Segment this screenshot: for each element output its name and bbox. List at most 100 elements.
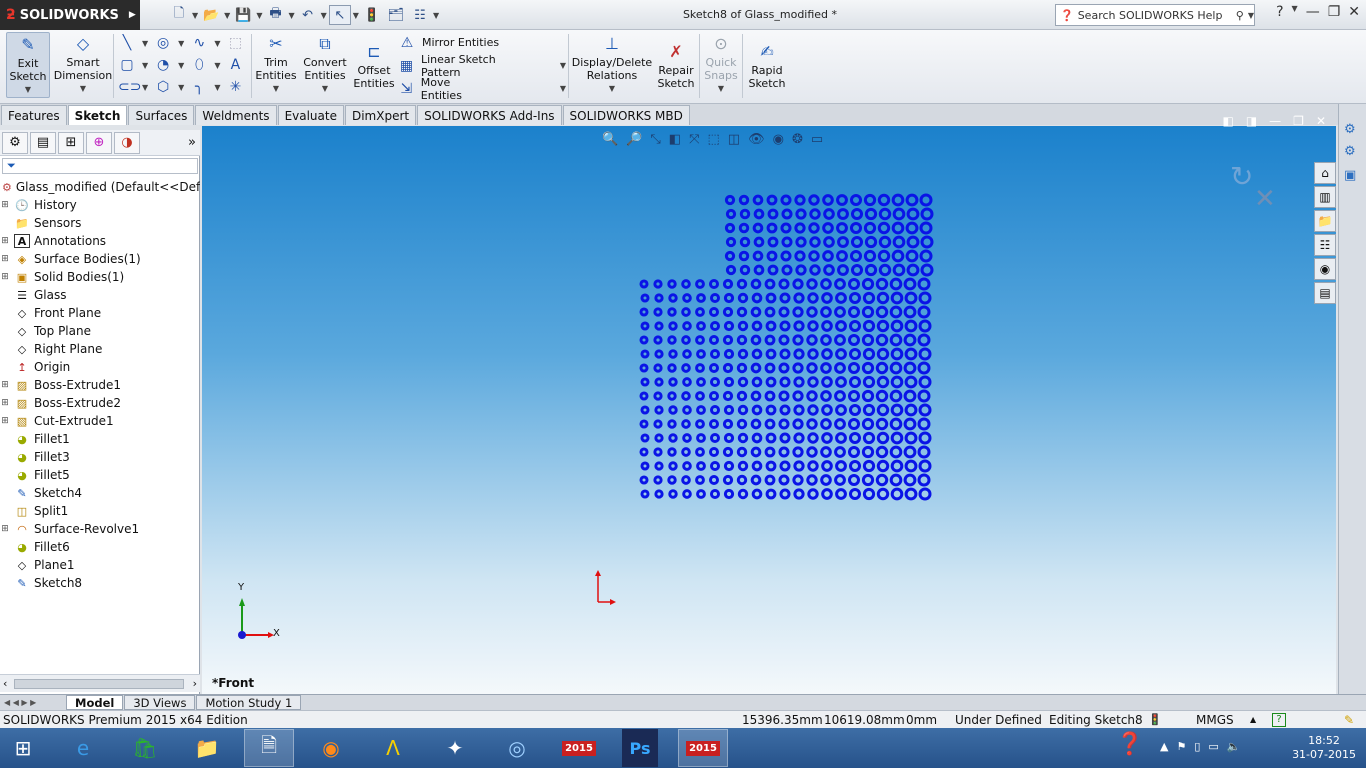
tab-solidworks-mbd[interactable]: SOLIDWORKS MBD: [562, 105, 690, 125]
open-dropdown-icon[interactable]: ▼: [224, 11, 230, 20]
fillet-icon[interactable]: ╮: [190, 79, 208, 95]
ellipse-dropdown-icon[interactable]: ▼: [214, 61, 220, 70]
restore-icon[interactable]: ❐: [1328, 4, 1341, 20]
undo-icon[interactable]: ↶: [297, 5, 319, 25]
custom-properties-icon[interactable]: ▤: [1314, 282, 1336, 304]
expand-icon[interactable]: ⊞: [0, 254, 10, 264]
tree-item-surface-revolve1[interactable]: ⊞ ◠ Surface-Revolve1: [0, 520, 200, 538]
exit-sketch-button[interactable]: ✎ Exit Sketch ▼: [6, 32, 50, 98]
new-document-icon[interactable]: 🗋: [168, 5, 190, 25]
solidworks-logo[interactable]: ƻ SOLIDWORKS ▶: [0, 0, 140, 30]
trim-dropdown-icon[interactable]: ▼: [273, 82, 279, 95]
spline-icon[interactable]: ∿: [190, 35, 208, 51]
resources-icon[interactable]: ⚙: [1344, 122, 1356, 137]
tree-item-right-plane[interactable]: ◇ Right Plane: [0, 340, 200, 358]
volume-icon[interactable]: 🔈: [1227, 740, 1241, 753]
linear-sketch-pattern-button[interactable]: ▦ Linear Sketch Pattern ▼: [398, 53, 566, 79]
battery-icon[interactable]: ▯: [1194, 740, 1200, 753]
pattern-dropdown-icon[interactable]: ▼: [560, 61, 566, 70]
dimxpert-manager-tab-icon[interactable]: ⊕: [86, 131, 112, 154]
file-explorer-icon[interactable]: 📁: [1314, 210, 1336, 232]
ellipse-icon[interactable]: ⬯: [190, 57, 208, 73]
tree-item-annotations[interactable]: ⊞ A Annotations: [0, 232, 200, 250]
tree-item-boss-extrude1[interactable]: ⊞ ▨ Boss-Extrude1: [0, 376, 200, 394]
arc-dropdown-icon[interactable]: ▼: [178, 61, 184, 70]
print-icon[interactable]: 🖶: [264, 5, 286, 25]
expand-icon[interactable]: ⊞: [0, 524, 10, 534]
quick-tips-icon[interactable]: ?: [1272, 712, 1286, 727]
repair-sketch-button[interactable]: ✗ Repair Sketch: [655, 40, 697, 90]
slot-icon[interactable]: ⊂⊃: [118, 79, 141, 95]
tree-item-sensors[interactable]: 📁 Sensors: [0, 214, 200, 232]
help-search-box[interactable]: ❓ Search SOLIDWORKS Help ⚲ ▼: [1055, 4, 1255, 26]
options-icon[interactable]: ☷: [409, 5, 431, 25]
tree-item-boss-extrude2[interactable]: ⊞ ▨ Boss-Extrude2: [0, 394, 200, 412]
tab-motion-study[interactable]: Motion Study 1: [196, 695, 302, 710]
convert-entities-button[interactable]: ⧉ Convert Entities ▼: [300, 32, 350, 95]
home-icon[interactable]: ⌂: [1314, 162, 1336, 184]
lens-app-icon[interactable]: ◎: [492, 729, 542, 767]
slot-dropdown-icon[interactable]: ▼: [142, 83, 148, 92]
network-icon[interactable]: ▭: [1208, 740, 1218, 753]
expand-icon[interactable]: ⊞: [0, 272, 10, 282]
rebuild-traffic-light-icon[interactable]: 🚦: [361, 5, 383, 25]
close-icon[interactable]: ✕: [1348, 4, 1360, 20]
tree-item-solid-bodies[interactable]: ⊞ ▣ Solid Bodies(1): [0, 268, 200, 286]
trim-entities-button[interactable]: ✂ Trim Entities ▼: [255, 32, 297, 95]
tree-item-plane1[interactable]: ◇ Plane1: [0, 556, 200, 574]
text-icon[interactable]: A: [226, 57, 244, 73]
line-icon[interactable]: ╲: [118, 35, 136, 51]
forum-icon[interactable]: ⚙: [1344, 144, 1356, 159]
search-icon[interactable]: ⚲: [1236, 9, 1244, 22]
scroll-left-icon[interactable]: ‹: [3, 677, 7, 690]
configuration-manager-tab-icon[interactable]: ⊞: [58, 131, 84, 154]
display-manager-tab-icon[interactable]: ◑: [114, 131, 140, 154]
minimize-icon[interactable]: —: [1306, 4, 1320, 20]
property-manager-tab-icon[interactable]: ▤: [30, 131, 56, 154]
tree-item-fillet1[interactable]: ◕ Fillet1: [0, 430, 200, 448]
autodesk-icon[interactable]: Λ: [368, 729, 418, 767]
smart-dimension-button[interactable]: ◇ Smart Dimension ▼: [54, 32, 112, 95]
select-dropdown-icon[interactable]: ▼: [353, 11, 359, 20]
document-taskbar-icon[interactable]: 🗎: [244, 729, 294, 767]
tab-sketch[interactable]: Sketch: [67, 105, 128, 125]
tree-item-fillet6[interactable]: ◕ Fillet6: [0, 538, 200, 556]
file-explorer-taskbar-icon[interactable]: 📁: [182, 729, 232, 767]
scroll-right-icon[interactable]: ›: [193, 677, 197, 690]
tree-item-surface-bodies[interactable]: ⊞ ◈ Surface Bodies(1): [0, 250, 200, 268]
tree-item-sketch4[interactable]: ✎ Sketch4: [0, 484, 200, 502]
expand-icon[interactable]: ⊞: [0, 236, 10, 246]
firefox-icon[interactable]: ◉: [306, 729, 356, 767]
tree-item-front-plane[interactable]: ◇ Front Plane: [0, 304, 200, 322]
library-icon[interactable]: ▣: [1344, 168, 1356, 183]
spline-dropdown-icon[interactable]: ▼: [214, 39, 220, 48]
save-dropdown-icon[interactable]: ▼: [256, 11, 262, 20]
tab-dimxpert[interactable]: DimXpert: [344, 105, 417, 125]
tree-item-cut-extrude1[interactable]: ⊞ ▧ Cut-Extrude1: [0, 412, 200, 430]
tab-features[interactable]: Features: [1, 105, 67, 125]
search-dropdown-icon[interactable]: ▼: [1248, 11, 1254, 20]
move-entities-button[interactable]: ⇲ Move Entities ▼: [398, 76, 566, 102]
circle-dropdown-icon[interactable]: ▼: [178, 39, 184, 48]
arc-icon[interactable]: ◔: [154, 57, 172, 73]
options-dropdown-icon[interactable]: ▼: [433, 11, 439, 20]
tab-evaluate[interactable]: Evaluate: [277, 105, 344, 125]
tab-scroll-arrows-icon[interactable]: ◀ ◀ ▶ ▶: [0, 698, 66, 707]
polygon-dropdown-icon[interactable]: ▼: [178, 83, 184, 92]
solidworks-taskbar-icon[interactable]: 2015: [554, 729, 604, 767]
open-folder-icon[interactable]: 📂: [200, 5, 222, 25]
tab-surfaces[interactable]: Surfaces: [128, 105, 195, 125]
units-dropdown-icon[interactable]: ▲: [1250, 715, 1256, 724]
internet-explorer-icon[interactable]: e: [58, 729, 108, 767]
grid-icon[interactable]: ⬚: [226, 35, 244, 51]
circle-icon[interactable]: ◎: [154, 35, 172, 51]
appearances-icon[interactable]: ◉: [1314, 258, 1336, 280]
new-dropdown-icon[interactable]: ▼: [192, 11, 198, 20]
design-library-icon[interactable]: ▥: [1314, 186, 1336, 208]
scrollbar-thumb[interactable]: [14, 679, 184, 689]
tree-horizontal-scrollbar[interactable]: ‹ ›: [0, 674, 200, 692]
point-icon[interactable]: ✳: [226, 79, 244, 95]
tree-item-fillet5[interactable]: ◕ Fillet5: [0, 466, 200, 484]
rapid-sketch-button[interactable]: ✍ Rapid Sketch: [746, 40, 788, 90]
print-dropdown-icon[interactable]: ▼: [288, 11, 294, 20]
